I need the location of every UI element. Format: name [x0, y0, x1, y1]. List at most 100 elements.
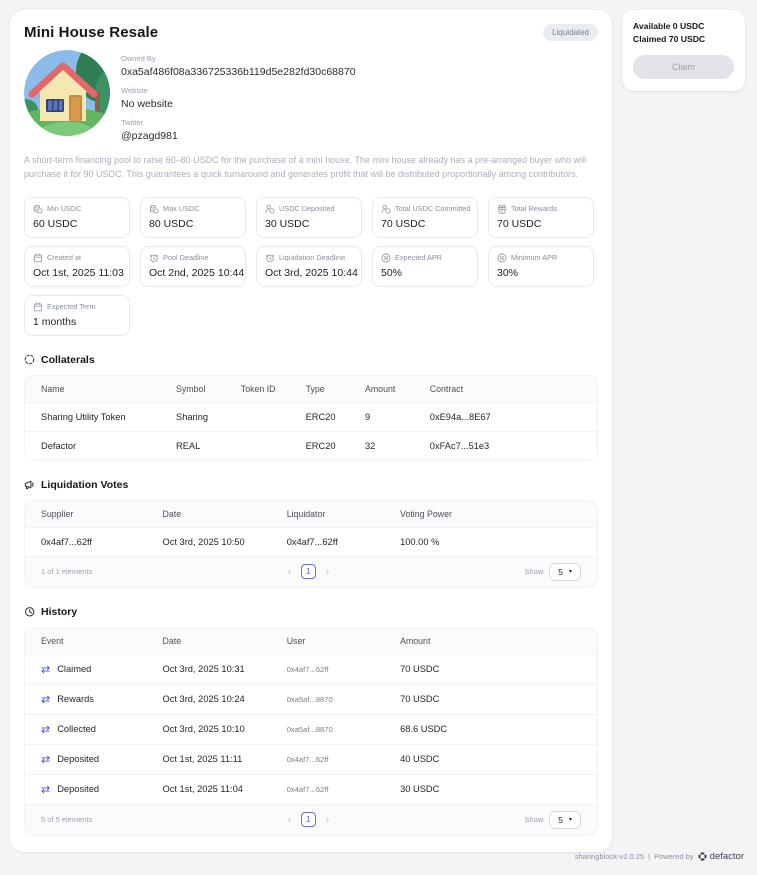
column-header: Amount	[400, 635, 431, 646]
history-table: Event Date User Amount ⇄ Claimed Oct 3rd, 202…	[24, 626, 598, 836]
stat-card: Expected APR 50%	[372, 245, 478, 287]
page-size-value: 5	[558, 814, 563, 825]
defactor-brand: defactor	[698, 851, 744, 862]
stat-label: Max USDC	[163, 204, 200, 214]
pool-profile: Owned By 0xa5af486f08a336725336b119d5e28…	[24, 50, 598, 142]
stat-value: 30 USDC	[265, 217, 310, 230]
stat-card-label-row: Max USDC	[149, 204, 237, 214]
stat-card-label-row: Expected APR	[381, 253, 469, 263]
stat-label: Liquidation Deadline	[279, 253, 346, 263]
collaterals-title: Collaterals	[41, 353, 95, 366]
show-label: Show	[524, 567, 544, 577]
prev-page-icon[interactable]: ‹	[287, 814, 292, 826]
stat-card: Total Rewards 70 USDC	[488, 196, 594, 238]
page-size-value: 5	[558, 566, 563, 577]
user-coin-icon	[265, 204, 275, 214]
stat-card: Pool Deadline Oct 2nd, 2025 10:44	[140, 245, 246, 287]
user-address-cell: 0x4af7...62ff	[286, 664, 329, 674]
column-header: Date	[162, 508, 182, 519]
votes-page-size: Show 5 ▾	[524, 562, 581, 581]
table-cell: 100.00 %	[400, 536, 440, 547]
claim-button[interactable]: Claim	[633, 54, 734, 79]
page-size-select[interactable]: 5 ▾	[549, 562, 581, 581]
stat-value: 80 USDC	[149, 217, 194, 230]
table-row: Defactor REAL ERC20 32 0xFAc7...51e3	[25, 430, 597, 460]
next-page-icon[interactable]: ›	[325, 566, 330, 578]
claimed-amount: Claimed 70 USDC	[633, 34, 706, 45]
event-cell: ⇄ Deposited	[41, 754, 163, 765]
table-cell: ERC20	[305, 440, 336, 451]
event-label: Rewards	[57, 694, 94, 705]
stat-label: Expected Term	[47, 302, 96, 312]
history-page-size: Show 5 ▾	[524, 810, 581, 829]
votes-elements-count: 1 of 1 elements	[41, 567, 93, 577]
table-cell: Oct 3rd, 2025 10:50	[162, 536, 245, 547]
table-cell: 0xE94a...8E67	[429, 411, 491, 422]
collaterals-table: Name Symbol Token ID Type Amount Contract Sha…	[24, 374, 598, 461]
transfer-arrows-icon: ⇄	[41, 692, 51, 706]
collaterals-table-header: Name Symbol Token ID Type Amount Contract	[25, 376, 597, 402]
prev-page-icon[interactable]: ‹	[287, 566, 292, 578]
date-cell: Oct 1st, 2025 11:04	[162, 784, 243, 795]
powered-by-label: Powered by	[654, 852, 694, 861]
page-number-button[interactable]: 1	[300, 564, 316, 580]
stat-value: Oct 1st, 2025 11:03	[33, 266, 124, 279]
twitter-label: Twitter	[121, 118, 144, 127]
page-footer: sharingblock-v2.0.25 | Powered by defact…	[575, 851, 744, 862]
table-cell: 0x4af7...62ff	[41, 536, 93, 547]
user-address-cell: 0x4af7...62ff	[286, 784, 329, 794]
table-cell: Sharing Utility Token	[41, 411, 126, 422]
page-number-button[interactable]: 1	[300, 812, 316, 828]
table-row: ⇄ Deposited Oct 1st, 2025 11:11 0x4af7...62…	[25, 743, 597, 774]
history-table-footer: 5 of 5 elements ‹ 1 › Show 5 ▾	[25, 803, 597, 835]
page-size-select[interactable]: 5 ▾	[549, 810, 581, 829]
event-cell: ⇄ Deposited	[41, 784, 163, 795]
amount-cell: 70 USDC	[400, 664, 440, 675]
column-header: Token ID	[240, 383, 276, 394]
table-cell: ERC20	[305, 411, 336, 422]
pool-owner-info: Owned By 0xa5af486f08a336725336b119d5e28…	[121, 50, 356, 142]
table-cell: Sharing	[176, 411, 209, 422]
stat-label: USDC Deposited	[279, 204, 335, 214]
history-pagination: ‹ 1 ›	[287, 812, 330, 828]
pool-header: Mini House Resale Liquidated	[24, 24, 598, 41]
show-label: Show	[524, 815, 544, 825]
event-cell: ⇄ Claimed	[41, 664, 163, 675]
footer-separator: |	[648, 852, 651, 861]
table-row: Sharing Utility Token Sharing ERC20 9 0xE94a…	[25, 401, 597, 431]
column-header: Symbol	[176, 383, 206, 394]
history-section-header: History	[24, 606, 598, 618]
column-header: Date	[162, 635, 182, 646]
stat-label: Min USDC	[47, 204, 82, 214]
next-page-icon[interactable]: ›	[325, 814, 330, 826]
chevron-down-icon: ▾	[568, 568, 572, 576]
column-header: Amount	[364, 383, 396, 394]
coins-icon	[33, 204, 43, 214]
table-row: ⇄ Deposited Oct 1st, 2025 11:04 0x4af7...62…	[25, 773, 597, 804]
coin-circle-icon	[24, 354, 35, 365]
stat-value: 50%	[381, 266, 403, 279]
owner-address: 0xa5af486f08a336725336b119d5e282fd30c688…	[121, 66, 356, 78]
calendar-icon	[33, 253, 43, 263]
stat-card-label-row: Total USDC Committed	[381, 204, 470, 214]
stat-label: Total Rewards	[511, 204, 558, 214]
page-title: Mini House Resale	[24, 24, 159, 41]
website-value: No website	[121, 98, 173, 110]
event-label: Deposited	[57, 784, 100, 795]
claim-card: Available 0 USDC Claimed 70 USDC Claim	[622, 10, 745, 91]
column-header: Voting Power	[400, 508, 452, 519]
pool-avatar-image	[24, 50, 110, 136]
stat-card-label-row: Expected Term	[33, 302, 121, 312]
votes-pagination: ‹ 1 ›	[287, 564, 330, 580]
history-elements-count: 5 of 5 elements	[41, 815, 93, 825]
transfer-arrows-icon: ⇄	[41, 752, 51, 766]
event-label: Collected	[57, 724, 96, 735]
transfer-arrows-icon: ⇄	[41, 722, 51, 736]
table-cell: Defactor	[41, 440, 77, 451]
amount-cell: 68.6 USDC	[400, 724, 448, 735]
stat-value: 1 months	[33, 315, 77, 328]
stat-card: Minimum APR 30%	[488, 245, 594, 287]
column-header: Type	[305, 383, 325, 394]
event-label: Deposited	[57, 754, 100, 765]
table-cell: 32	[364, 440, 376, 451]
